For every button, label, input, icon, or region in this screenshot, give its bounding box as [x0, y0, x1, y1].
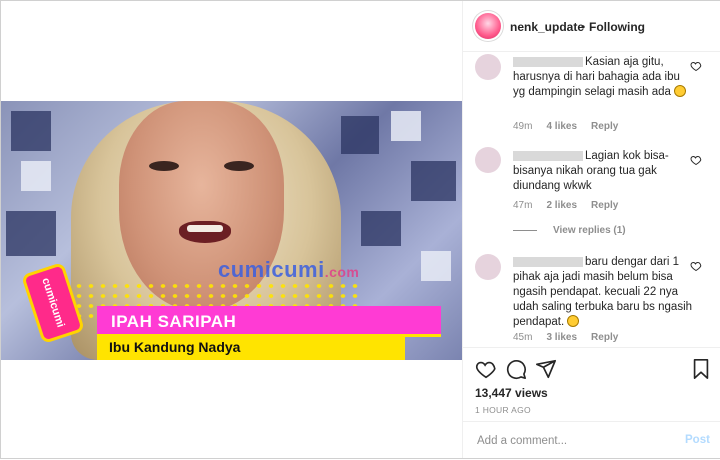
role-lower-third: Ibu Kandung Nadya	[97, 334, 405, 360]
comment-meta: 45m 3 likes Reply	[513, 332, 619, 343]
backdrop-tile	[411, 161, 456, 201]
video-player[interactable]: cumicumi.com cumicumi IPAH SARIPAH Ibu K…	[1, 101, 462, 360]
speaker-mouth	[179, 221, 231, 243]
post-side-panel: nenk_update • Following Kasian aja gitu,…	[462, 1, 720, 458]
backdrop-tile	[21, 161, 51, 191]
blurred-username[interactable]	[513, 150, 583, 161]
like-heart-icon[interactable]	[690, 60, 702, 72]
like-heart-icon[interactable]	[690, 154, 702, 166]
comment-avatar[interactable]	[475, 54, 501, 80]
blurred-username[interactable]	[513, 256, 583, 267]
speaker-name: IPAH SARIPAH	[111, 312, 237, 331]
avatar[interactable]	[475, 13, 501, 39]
emoji-icon	[674, 85, 687, 97]
post-button[interactable]: Post	[685, 434, 710, 446]
comment-avatar[interactable]	[475, 254, 501, 280]
backdrop-tile	[391, 111, 421, 141]
backdrop-tile	[6, 211, 56, 256]
view-count: 13,447 views	[475, 386, 548, 400]
view-replies-line	[513, 229, 537, 231]
backdrop-tile	[11, 111, 51, 151]
backdrop-tile	[341, 116, 379, 154]
media-area: cumicumi.com cumicumi IPAH SARIPAH Ibu K…	[1, 1, 462, 458]
comment-avatar[interactable]	[475, 147, 501, 173]
video-watermark: cumicumi.com	[218, 257, 360, 282]
comment-meta: 49m 4 likes Reply	[513, 121, 619, 132]
add-comment-bar: Post	[463, 421, 720, 460]
post-actions: 13,447 views 1 HOUR AGO Post	[463, 347, 720, 460]
share-icon[interactable]	[535, 358, 557, 380]
header-username[interactable]: nenk_update	[510, 20, 584, 34]
reply-button[interactable]: Reply	[591, 200, 618, 211]
like-heart-icon[interactable]	[690, 260, 702, 272]
speaker-eye	[149, 161, 179, 171]
comment-meta: 47m 2 likes Reply	[513, 200, 619, 211]
post-header: nenk_update • Following	[463, 1, 720, 52]
follow-status[interactable]: Following	[589, 20, 645, 34]
comments-list[interactable]: Kasian aja gitu, harusnya di hari bahagi…	[463, 52, 720, 345]
reply-button[interactable]: Reply	[591, 121, 618, 132]
name-lower-third: IPAH SARIPAH	[97, 306, 441, 337]
header-separator: •	[581, 20, 586, 34]
comment-input[interactable]	[475, 434, 669, 448]
emoji-icon	[567, 315, 580, 327]
heart-icon[interactable]	[475, 358, 497, 380]
comment-icon[interactable]	[505, 358, 527, 380]
view-replies-button[interactable]: View replies (1)	[513, 225, 626, 236]
speaker-eye	[224, 161, 254, 171]
backdrop-tile	[421, 251, 451, 281]
post-time: 1 HOUR AGO	[475, 405, 531, 415]
speaker-role: Ibu Kandung Nadya	[109, 339, 241, 355]
reply-button[interactable]: Reply	[591, 332, 618, 343]
comment-text: Kasian aja gitu, harusnya di hari bahagi…	[513, 55, 693, 100]
comment-text: baru dengar dari 1 pihak aja jadi masih …	[513, 256, 693, 328]
backdrop-tile	[361, 211, 401, 246]
comment-text: Lagian kok bisa-bisanya nikah orang tua …	[513, 150, 669, 192]
blurred-username[interactable]	[513, 56, 583, 67]
bookmark-icon[interactable]	[690, 358, 712, 380]
